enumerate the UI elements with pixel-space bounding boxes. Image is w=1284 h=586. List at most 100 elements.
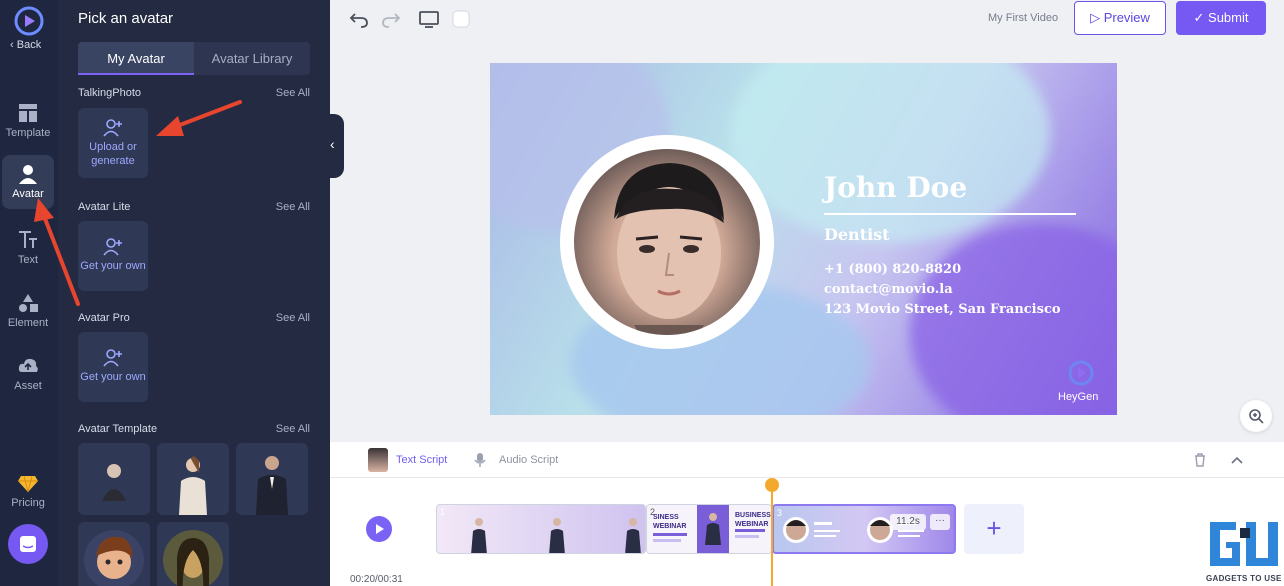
rail-item-element[interactable]: Element	[2, 284, 54, 338]
clip-number: 3	[777, 508, 783, 518]
rail-item-text[interactable]: Text	[2, 221, 54, 275]
card-email[interactable]: contact@movio.la	[824, 282, 953, 297]
avatar-tabs: My Avatar Avatar Library	[78, 42, 310, 75]
video-name[interactable]: My First Video	[988, 12, 1058, 24]
section-label-avatar-lite: Avatar Lite	[78, 201, 131, 213]
heygen-logo-icon[interactable]	[14, 6, 44, 36]
rail-label-asset: Asset	[14, 380, 42, 392]
clip-title-text: SINESS WEBINAR	[653, 514, 687, 530]
card-name[interactable]: John Doe	[824, 171, 967, 204]
avatar-pro-get-your-own-tile[interactable]: Get your own	[78, 332, 148, 402]
rail-item-avatar[interactable]: Avatar	[2, 155, 54, 209]
add-user-icon	[103, 238, 122, 256]
timeline-clip-3[interactable]: 3	[772, 504, 956, 554]
back-button[interactable]: ‹ Back	[10, 39, 41, 51]
see-all-avatar-pro[interactable]: See All	[276, 312, 310, 324]
card-divider	[824, 213, 1076, 215]
timeline: 1 2 SINESS WEBINAR BUSINESS WEBINAR 3 11…	[330, 478, 1284, 586]
timeline-clip-1[interactable]: 1	[436, 504, 646, 554]
script-avatar-thumb[interactable]	[368, 448, 388, 472]
upload-tile-label: Upload or generate	[89, 141, 137, 167]
top-bar: My First Video ▷ Preview ✓ Submit	[330, 0, 1284, 40]
trash-icon[interactable]	[1192, 452, 1208, 468]
clip-duration-badge: 11.2s	[890, 514, 926, 530]
pricing-icon	[18, 475, 38, 493]
template-icon	[19, 104, 37, 122]
play-icon	[376, 524, 384, 534]
avatar-thumb-image	[84, 530, 144, 586]
video-canvas[interactable]: John Doe Dentist +1 (800) 820-8820 conta…	[490, 63, 1117, 415]
section-label-talkingphoto: TalkingPhoto	[78, 87, 141, 99]
play-button[interactable]	[366, 516, 392, 542]
collapse-panel-handle[interactable]: ‹	[326, 114, 344, 178]
see-all-talkingphoto[interactable]: See All	[276, 87, 310, 99]
tab-my-avatar[interactable]: My Avatar	[78, 42, 194, 75]
playhead-line[interactable]	[771, 478, 773, 586]
avatar-photo-frame[interactable]	[560, 135, 774, 349]
microphone-icon	[474, 453, 486, 467]
element-icon	[19, 294, 38, 312]
chevron-up-icon[interactable]	[1230, 454, 1244, 466]
playhead-handle[interactable]	[765, 478, 779, 492]
avatar-thumb-image	[102, 464, 126, 501]
check-icon: ✓	[1193, 10, 1205, 25]
avatar-thumb-image	[256, 456, 288, 515]
section-label-avatar-template: Avatar Template	[78, 423, 158, 435]
avatar-template-thumb[interactable]	[157, 443, 229, 515]
heygen-watermark-icon	[1068, 360, 1094, 386]
card-role[interactable]: Dentist	[824, 225, 890, 244]
background-blob	[730, 63, 1050, 243]
preview-button[interactable]: ▷ Preview	[1074, 1, 1166, 35]
zoom-in-icon	[1249, 409, 1264, 424]
rail-item-template[interactable]: Template	[2, 94, 54, 148]
rail-label-pricing: Pricing	[11, 497, 45, 509]
rail-label-element: Element	[7, 317, 49, 329]
zoom-button[interactable]	[1240, 400, 1272, 432]
tab-avatar-library[interactable]: Avatar Library	[194, 42, 310, 75]
see-all-avatar-template[interactable]: See All	[276, 423, 310, 435]
rail-label-template: Template	[5, 127, 51, 139]
clip-thumbnail	[471, 518, 641, 553]
rail-item-asset[interactable]: Asset	[2, 347, 54, 401]
clip-thumbnail	[783, 517, 924, 543]
card-phone[interactable]: +1 (800) 820-8820	[824, 262, 961, 277]
avatar-panel: Pick an avatar My Avatar Avatar Library …	[58, 0, 330, 586]
avatar-thumb-image	[179, 456, 207, 515]
avatar-template-thumb[interactable]	[236, 443, 308, 515]
avatar-thumb-image	[163, 530, 223, 586]
section-label-avatar-pro: Avatar Pro	[78, 312, 130, 324]
rail-item-pricing[interactable]: Pricing	[2, 464, 54, 518]
avatar-template-thumb[interactable]	[78, 443, 150, 515]
script-bar: Text Script Audio Script	[330, 442, 1284, 478]
see-all-avatar-lite[interactable]: See All	[276, 201, 310, 213]
avatar-template-thumb[interactable]	[78, 522, 150, 586]
back-label: Back	[16, 39, 42, 51]
avatar-lite-get-your-own-tile[interactable]: Get your own	[78, 221, 148, 291]
redo-icon[interactable]	[380, 8, 402, 30]
undo-icon[interactable]	[348, 8, 370, 30]
background-color-swatch-icon[interactable]	[450, 8, 472, 30]
clip-number: 1	[440, 507, 446, 517]
upload-or-generate-tile[interactable]: Upload or generate	[78, 108, 148, 178]
tab-audio-script[interactable]: Audio Script	[499, 454, 558, 466]
card-address[interactable]: 123 Movio Street, San Francisco	[824, 302, 1061, 317]
submit-button[interactable]: ✓ Submit	[1176, 1, 1266, 35]
rail-label-avatar: Avatar	[12, 188, 44, 200]
chat-support-button[interactable]	[8, 524, 48, 564]
time-readout: 00:20/00:31	[350, 574, 403, 585]
submit-label: Submit	[1208, 10, 1249, 25]
chat-icon	[20, 536, 36, 552]
chevron-left-icon: ‹	[330, 136, 335, 152]
clip-more-button[interactable]: ···	[930, 514, 950, 530]
monitor-icon[interactable]	[418, 8, 440, 30]
avatar-icon	[19, 165, 37, 184]
avatar-template-thumb[interactable]	[157, 522, 229, 586]
panel-title: Pick an avatar	[78, 10, 174, 27]
left-rail: ‹ Back Template Avatar Text Element Asse…	[0, 0, 58, 586]
avatar-lite-tile-label: Get your own	[80, 260, 146, 272]
tab-text-script[interactable]: Text Script	[396, 454, 447, 466]
timeline-clip-2[interactable]: 2 SINESS WEBINAR BUSINESS WEBINAR	[646, 504, 772, 554]
add-scene-button[interactable]: +	[964, 504, 1024, 554]
avatar-pro-tile-label: Get your own	[80, 371, 146, 383]
avatar-photo	[574, 149, 760, 335]
